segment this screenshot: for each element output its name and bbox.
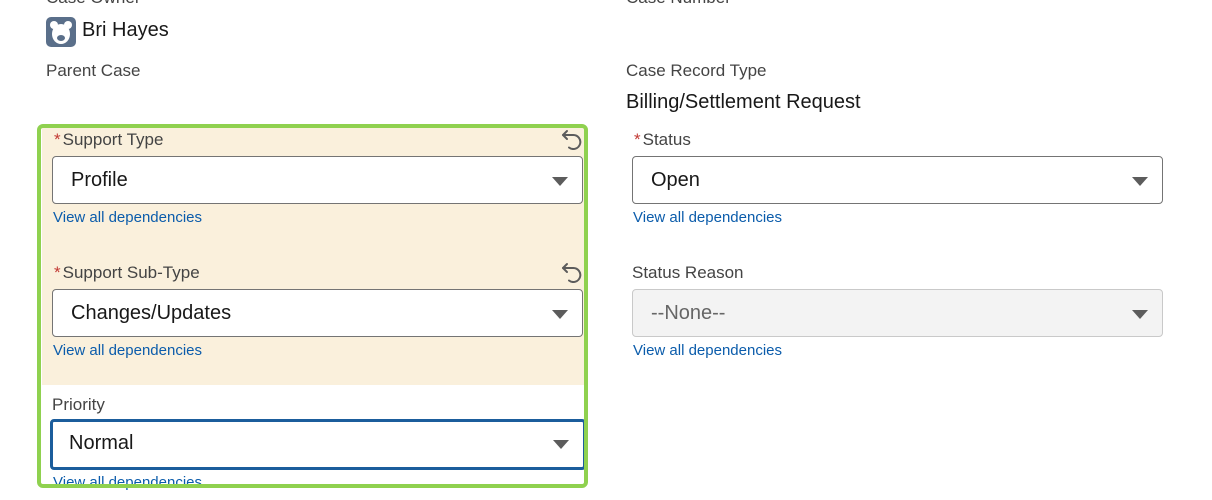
bear-avatar-icon[interactable]	[46, 17, 76, 47]
chevron-down-icon	[1132, 310, 1148, 319]
status-reason-select[interactable]: --None--	[632, 289, 1163, 337]
highlight-box	[37, 124, 588, 488]
case-owner-name[interactable]: Bri Hayes	[82, 19, 169, 42]
status-reason-label: Status Reason	[632, 263, 744, 282]
case-number-label: Case Number	[626, 0, 731, 8]
case-owner-label: Case Owner	[46, 0, 140, 8]
chevron-down-icon	[1132, 177, 1148, 186]
status-select[interactable]: Open	[632, 156, 1163, 204]
status-dependencies-link[interactable]: View all dependencies	[633, 209, 782, 226]
status-reason-value: --None--	[651, 302, 726, 324]
required-marker: *	[634, 130, 641, 149]
case-record-type-label: Case Record Type	[626, 61, 767, 80]
case-record-type-value: Billing/Settlement Request	[626, 91, 861, 113]
status-label: * Status	[634, 130, 691, 149]
status-reason-dependencies-link[interactable]: View all dependencies	[633, 342, 782, 359]
parent-case-label: Parent Case	[46, 61, 141, 80]
status-value: Open	[651, 169, 700, 191]
